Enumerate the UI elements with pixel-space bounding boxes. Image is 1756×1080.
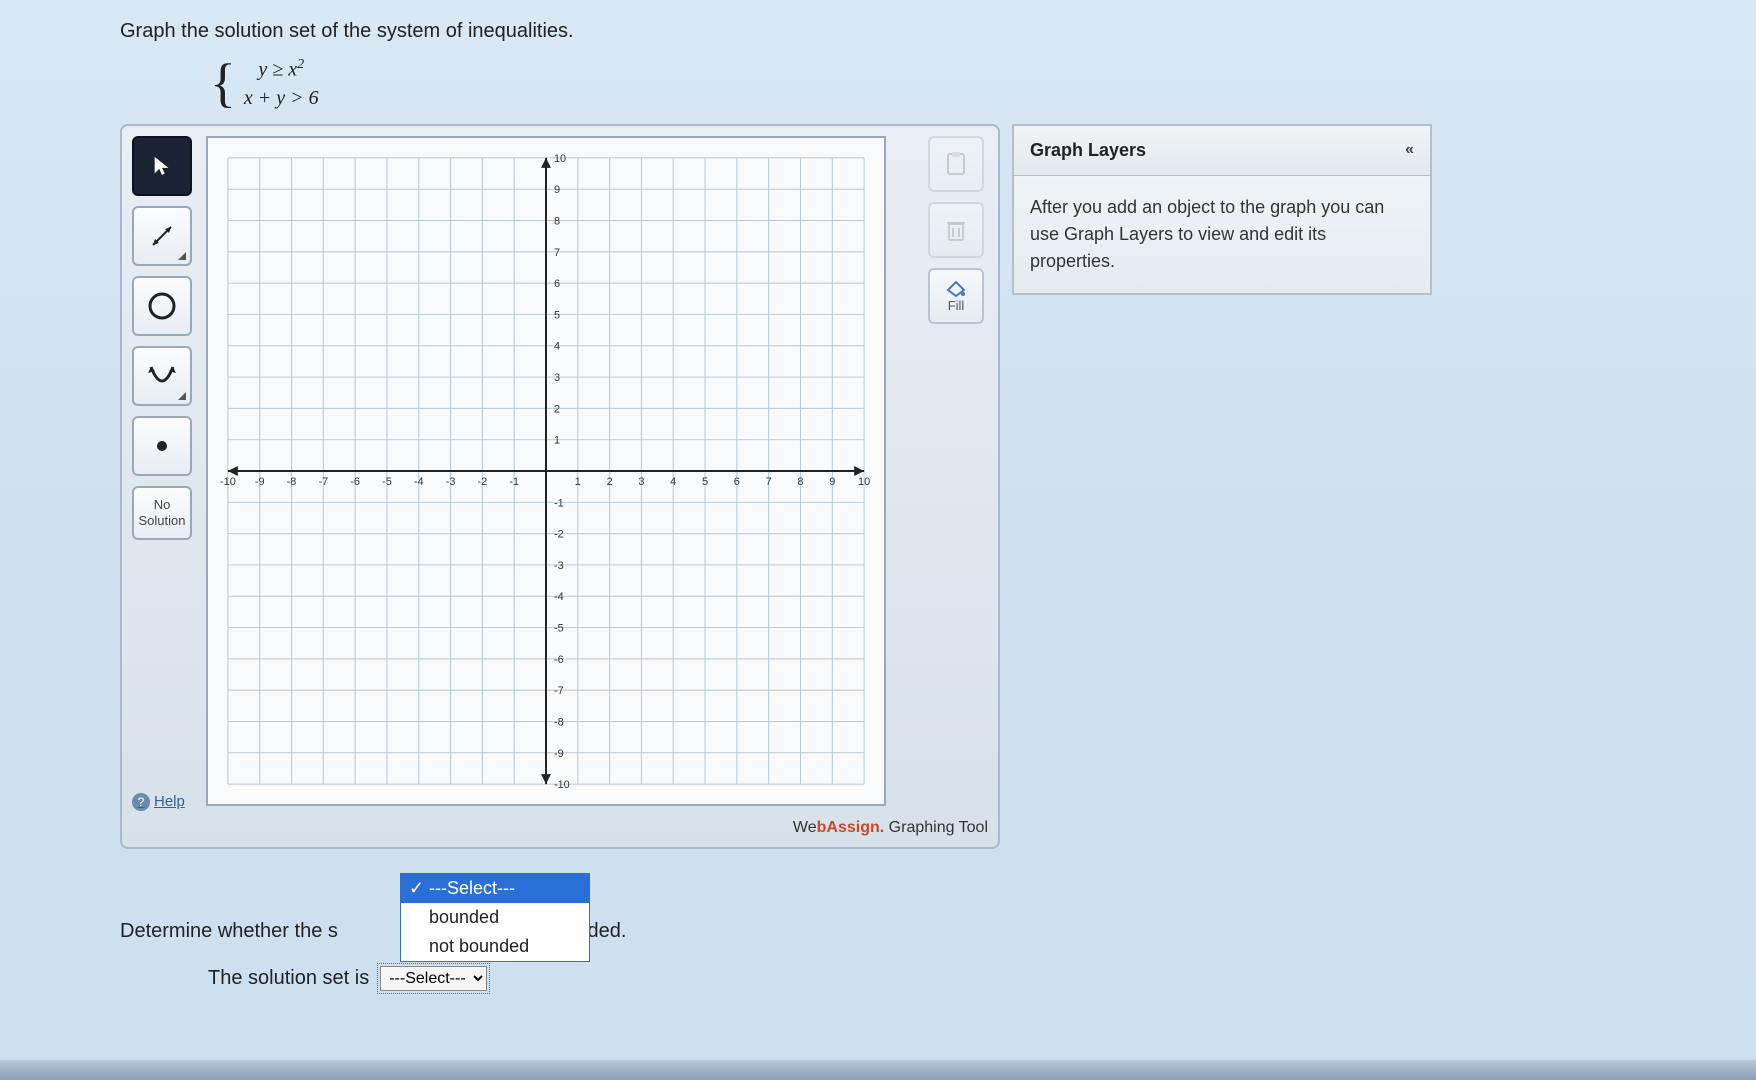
svg-text:-8: -8 (554, 716, 564, 728)
clipboard-button (928, 136, 984, 192)
svg-text:6: 6 (734, 476, 740, 488)
svg-text:2: 2 (554, 403, 560, 415)
collapse-icon[interactable]: « (1405, 141, 1414, 159)
inequality-system: { y ≥ x2 x + y > 6 (210, 55, 1756, 112)
svg-text:-2: -2 (554, 528, 564, 540)
svg-text:-3: -3 (554, 560, 564, 572)
dropdown-option-bounded[interactable]: bounded (401, 903, 589, 932)
svg-text:-4: -4 (554, 591, 564, 603)
svg-text:10: 10 (858, 476, 870, 488)
layers-title: Graph Layers (1030, 140, 1146, 161)
layers-header[interactable]: Graph Layers « (1012, 124, 1432, 176)
svg-text:-3: -3 (446, 476, 456, 488)
submenu-indicator-icon (178, 392, 186, 400)
graph-layers-panel: Graph Layers « After you add an object t… (1012, 124, 1432, 295)
graphing-widget: No Solution ? Help -10-10-9-9-8-8-7-7-6-… (120, 124, 1000, 849)
bounded-dropdown-list[interactable]: ---Select--- bounded not bounded (400, 873, 590, 962)
svg-text:9: 9 (829, 476, 835, 488)
svg-text:3: 3 (554, 372, 560, 384)
svg-text:8: 8 (554, 215, 560, 227)
svg-text:1: 1 (554, 434, 560, 446)
svg-text:4: 4 (670, 476, 676, 488)
solution-select[interactable]: ---Select--- (380, 966, 487, 991)
svg-text:1: 1 (575, 476, 581, 488)
svg-text:-10: -10 (220, 476, 236, 488)
coordinate-grid[interactable]: -10 -10 -9 -9 -8 -8 -7 -7 -6 -6 -5 -5 -4 -4 -3 -3 -2 -2 -1… (206, 136, 886, 806)
svg-text:4: 4 (554, 340, 560, 352)
svg-text:-10: -10 (554, 779, 570, 791)
help-icon: ? (132, 793, 150, 811)
svg-text:-1: -1 (554, 497, 564, 509)
svg-text:-2: -2 (478, 476, 488, 488)
svg-text:10: 10 (554, 153, 566, 165)
graph-canvas[interactable]: -10 -10 -9 -9 -8 -8 -7 -7 -6 -6 -5 -5 -4 -4 -3 -3 -2 -2 -1… (206, 136, 916, 811)
svg-text:7: 7 (766, 476, 772, 488)
svg-text:3: 3 (638, 476, 644, 488)
tool-column: No Solution ? Help (132, 136, 198, 811)
svg-text:-6: -6 (554, 654, 564, 666)
submenu-indicator-icon (178, 252, 186, 260)
svg-text:-9: -9 (554, 747, 564, 759)
dropdown-option-not-bounded[interactable]: not bounded (401, 932, 589, 961)
determine-sentence: Determine whether the s ded. (120, 920, 1756, 943)
brace-icon: { (210, 62, 236, 105)
svg-text:-9: -9 (255, 476, 265, 488)
svg-text:5: 5 (554, 309, 560, 321)
no-solution-tool[interactable]: No Solution (132, 486, 192, 540)
widget-branding: WebAssign. Graphing Tool (132, 819, 988, 837)
help-link[interactable]: ? Help (132, 653, 198, 811)
circle-tool[interactable] (132, 276, 192, 336)
dropdown-option-placeholder[interactable]: ---Select--- (401, 874, 589, 903)
svg-text:7: 7 (554, 246, 560, 258)
delete-button (928, 202, 984, 258)
svg-text:-5: -5 (554, 622, 564, 634)
svg-text:-8: -8 (287, 476, 297, 488)
svg-text:8: 8 (797, 476, 803, 488)
macos-dock-hint (0, 1060, 1756, 1080)
svg-text:-7: -7 (554, 685, 564, 697)
svg-text:-4: -4 (414, 476, 424, 488)
svg-text:9: 9 (554, 184, 560, 196)
line-tool[interactable] (132, 206, 192, 266)
svg-text:-1: -1 (509, 476, 519, 488)
parabola-tool[interactable] (132, 346, 192, 406)
solution-sentence: The solution set is ---Select--- (208, 963, 1756, 994)
pointer-tool[interactable] (132, 136, 192, 196)
svg-text:2: 2 (607, 476, 613, 488)
right-tool-column: Fill (924, 136, 988, 811)
question-prompt: Graph the solution set of the system of … (120, 20, 1756, 43)
svg-text:6: 6 (554, 278, 560, 290)
svg-text:5: 5 (702, 476, 708, 488)
point-tool[interactable] (132, 416, 192, 476)
svg-text:-6: -6 (350, 476, 360, 488)
layers-body-text: After you add an object to the graph you… (1012, 176, 1432, 295)
solution-select-wrap[interactable]: ---Select--- (377, 963, 490, 994)
svg-text:-7: -7 (318, 476, 328, 488)
svg-text:-5: -5 (382, 476, 392, 488)
fill-tool[interactable]: Fill (928, 268, 984, 324)
